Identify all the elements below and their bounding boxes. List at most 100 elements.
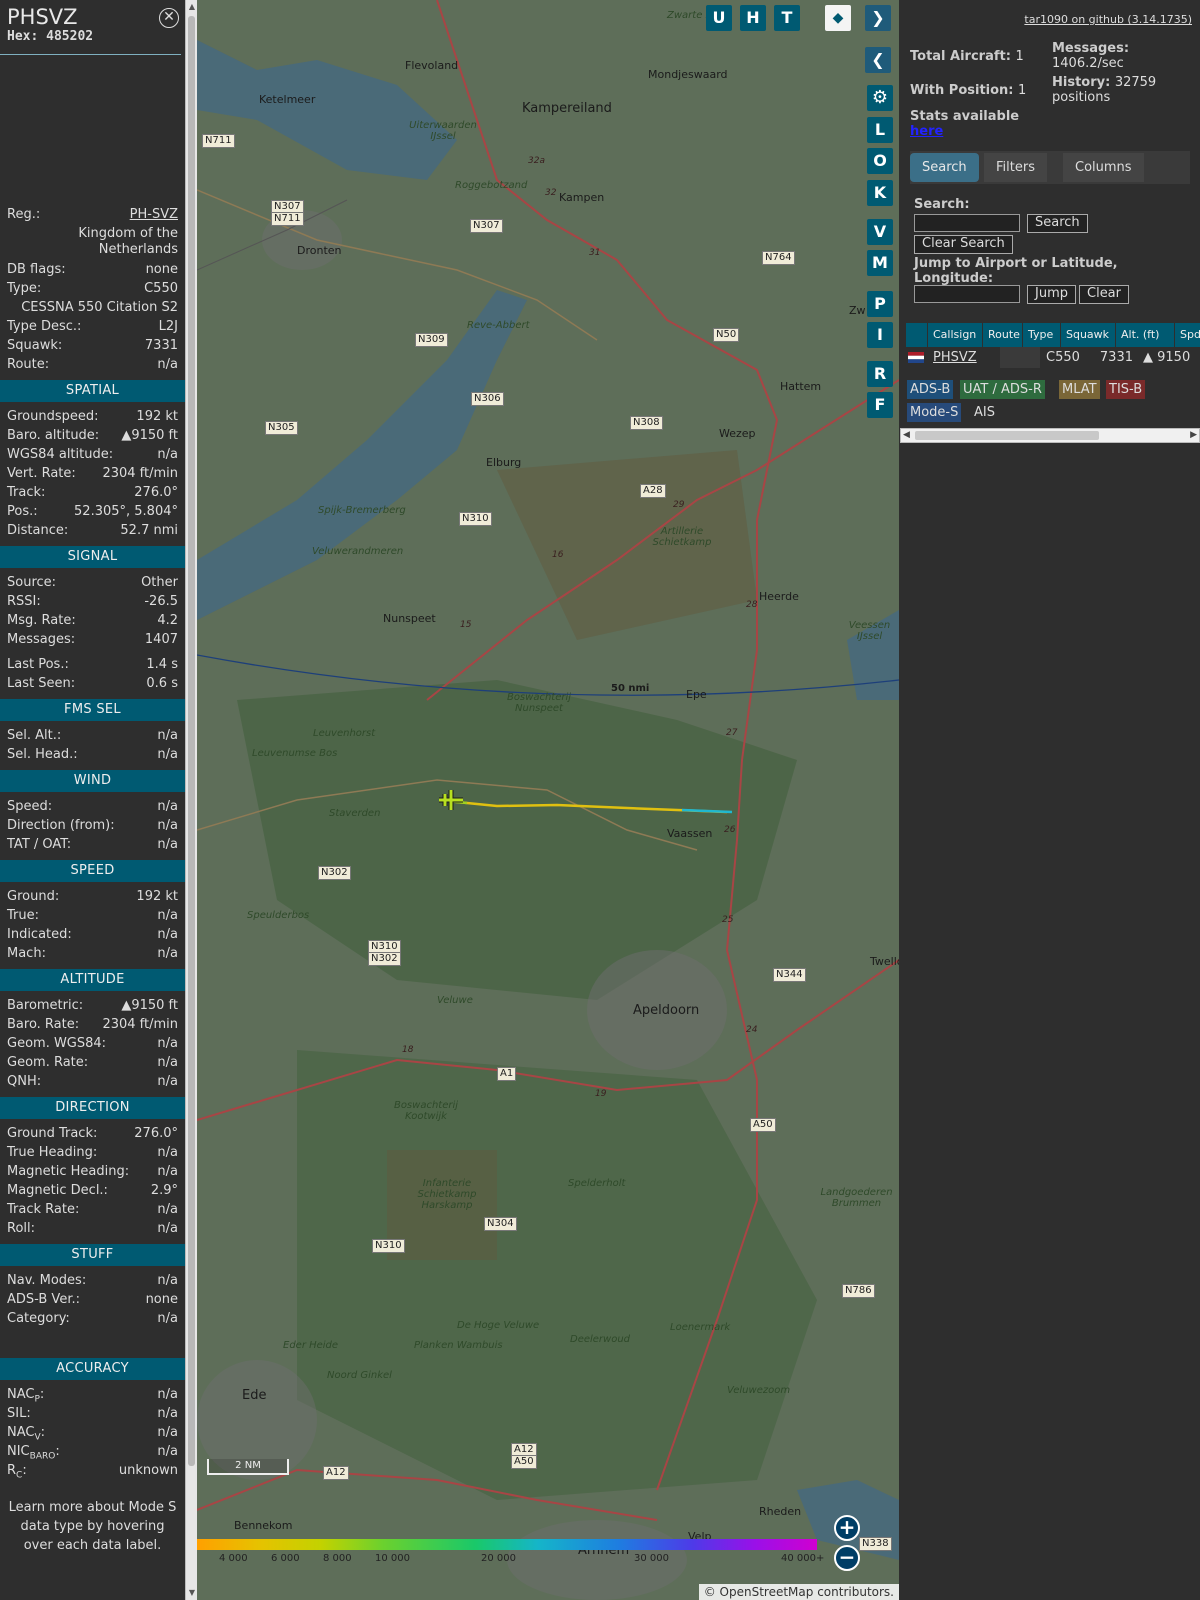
info-row: NACP: n/a bbox=[0, 1385, 185, 1405]
info-value: Kingdom of the Netherlands bbox=[78, 226, 178, 257]
layers-icon[interactable]: ◆ bbox=[825, 5, 851, 31]
info-row: Groundspeed: 192 kt bbox=[0, 407, 185, 426]
row-callsign[interactable]: PHSVZ bbox=[928, 347, 1000, 368]
jump-input[interactable] bbox=[914, 285, 1020, 303]
info-label: NACV: bbox=[7, 1425, 46, 1443]
jump-button[interactable]: Jump bbox=[1027, 285, 1076, 304]
info-row: Type: C550 bbox=[0, 279, 185, 298]
info-panel-scrollbar[interactable]: ▲ ▼ bbox=[185, 0, 197, 1600]
info-row: Distance: 52.7 nmi bbox=[0, 521, 185, 540]
info-value: n/a bbox=[157, 1221, 178, 1236]
column-header[interactable] bbox=[906, 323, 928, 347]
chevron-left-icon[interactable]: ❮ bbox=[865, 47, 891, 73]
learn-more-text: Learn more about Mode S data type by hov… bbox=[8, 1500, 177, 1553]
clear-button[interactable]: Clear bbox=[1079, 285, 1129, 304]
search-button[interactable]: Search bbox=[1027, 214, 1088, 233]
area-label: Loenermark bbox=[670, 1322, 731, 1333]
map-button-r[interactable]: R bbox=[867, 361, 893, 387]
column-header[interactable]: Type bbox=[1023, 323, 1061, 347]
total-aircraft-value: 1 bbox=[1015, 49, 1024, 64]
gear-icon[interactable]: ⚙ bbox=[867, 85, 893, 111]
scroll-right-arrow-icon[interactable]: ▶ bbox=[1190, 429, 1197, 442]
map-base bbox=[197, 0, 899, 1600]
altitude-scale-label: 4 000 bbox=[219, 1553, 248, 1564]
scrollbar-thumb[interactable] bbox=[188, 16, 195, 1466]
info-row: DB flags: none bbox=[0, 260, 185, 279]
map-button-o[interactable]: O bbox=[867, 148, 893, 174]
range-ring bbox=[197, 654, 899, 696]
place-label: Hattem bbox=[780, 380, 822, 393]
info-value-line: CESSNA 550 Citation S2 bbox=[21, 300, 178, 315]
github-link[interactable]: tar1090 on github (3.14.1735) bbox=[1024, 13, 1192, 26]
area-label: Eder Heide bbox=[283, 1340, 339, 1351]
area-label: Speulderbos bbox=[247, 910, 310, 921]
map-view[interactable]: Kampereiland Kampen Dronten Elburg Nunspeet H… bbox=[197, 0, 899, 1600]
tab-filters[interactable]: Filters bbox=[984, 153, 1047, 182]
info-row: Squawk: 7331 bbox=[0, 336, 185, 355]
close-icon[interactable]: ✕ bbox=[159, 8, 179, 28]
zoom-in-button[interactable]: + bbox=[834, 1515, 860, 1541]
selected-callsign: PHSVZ bbox=[7, 5, 78, 29]
map-button-t[interactable]: T bbox=[774, 5, 800, 31]
scroll-down-arrow-icon[interactable]: ▼ bbox=[188, 1588, 196, 1597]
place-label: Mondjeswaard bbox=[648, 68, 728, 81]
place-label: Bennekom bbox=[234, 1519, 293, 1532]
with-position-label: With Position: bbox=[910, 83, 1014, 98]
area-label: Leuvenumse Bos bbox=[252, 748, 338, 759]
tab-search[interactable]: Search bbox=[910, 153, 979, 182]
place-label: Kampereiland bbox=[522, 101, 612, 116]
info-value: n/a bbox=[157, 728, 178, 743]
scroll-up-arrow-icon[interactable]: ▲ bbox=[188, 2, 196, 11]
info-row: Roll: n/a bbox=[0, 1219, 185, 1238]
aircraft-info-panel: PHSVZ Hex: 485202 ✕ Reg.: PH-SVZ Kingdom o… bbox=[0, 0, 185, 1600]
column-header[interactable]: Callsign bbox=[928, 323, 983, 347]
place-label: Ede bbox=[242, 1388, 267, 1403]
map-button-u[interactable]: U bbox=[706, 5, 732, 31]
column-header[interactable]: Alt. (ft) bbox=[1116, 323, 1175, 347]
info-sections: SPATIAL Groundspeed: 192 kt Baro. altitude:… bbox=[0, 380, 185, 1481]
stats-available: Stats available here bbox=[910, 109, 1019, 139]
scroll-left-arrow-icon[interactable]: ◀ bbox=[903, 429, 910, 442]
total-aircraft-label: Total Aircraft: bbox=[910, 49, 1011, 64]
column-header[interactable]: Squawk bbox=[1061, 323, 1116, 347]
info-value: n/a bbox=[157, 1425, 178, 1440]
column-header[interactable]: Spd bbox=[1175, 323, 1200, 347]
info-label: Groundspeed: bbox=[7, 409, 99, 424]
clear-search-button[interactable]: Clear Search bbox=[914, 235, 1013, 254]
table-row[interactable]: PHSVZ C550 7331 ▲ 9150 bbox=[906, 347, 1196, 368]
map-button-p[interactable]: P bbox=[867, 291, 893, 317]
registration-link[interactable]: PH-SVZ bbox=[130, 205, 178, 224]
info-row: Category: n/a bbox=[0, 1309, 185, 1328]
zoom-out-button[interactable]: − bbox=[834, 1545, 860, 1571]
info-value: n/a bbox=[157, 799, 178, 814]
hscroll-thumb[interactable] bbox=[915, 431, 1099, 440]
section-header: SIGNAL bbox=[0, 546, 185, 568]
table-horizontal-scrollbar[interactable]: ◀ ▶ bbox=[900, 428, 1200, 443]
tab-columns[interactable]: Columns bbox=[1063, 153, 1144, 182]
map-button-m[interactable]: M bbox=[867, 250, 893, 276]
map-button-v[interactable]: V bbox=[867, 219, 893, 245]
map-button-i[interactable]: I bbox=[867, 322, 893, 348]
info-label: Direction (from): bbox=[7, 818, 115, 833]
info-row: Geom. Rate: n/a bbox=[0, 1053, 185, 1072]
stats-link[interactable]: here bbox=[910, 124, 1019, 139]
info-row: Messages: 1407 bbox=[0, 630, 185, 649]
search-input[interactable] bbox=[914, 214, 1020, 232]
osm-link[interactable]: OpenStreetMap bbox=[720, 1585, 814, 1599]
info-value: 52.305°, 5.804° bbox=[74, 504, 178, 519]
info-value: n/a bbox=[157, 1202, 178, 1217]
info-row: Kingdom of the Netherlands bbox=[0, 224, 185, 260]
section-header: WIND bbox=[0, 770, 185, 792]
area-label: Artillerie Schietkamp bbox=[652, 526, 712, 548]
info-row: RSSI: -26.5 bbox=[0, 592, 185, 611]
chevron-right-icon[interactable]: ❯ bbox=[865, 5, 891, 31]
map-button-k[interactable]: K bbox=[867, 180, 893, 206]
area-label: Spijk-Bremerberg bbox=[318, 505, 406, 516]
map-button-f[interactable]: F bbox=[867, 392, 893, 418]
map-button-h[interactable]: H bbox=[740, 5, 766, 31]
info-label: Track: bbox=[7, 485, 46, 500]
search-label: Search: bbox=[914, 197, 970, 212]
column-header[interactable]: Route bbox=[983, 323, 1023, 347]
map-button-l[interactable]: L bbox=[867, 117, 893, 143]
info-row: Magnetic Heading: n/a bbox=[0, 1162, 185, 1181]
